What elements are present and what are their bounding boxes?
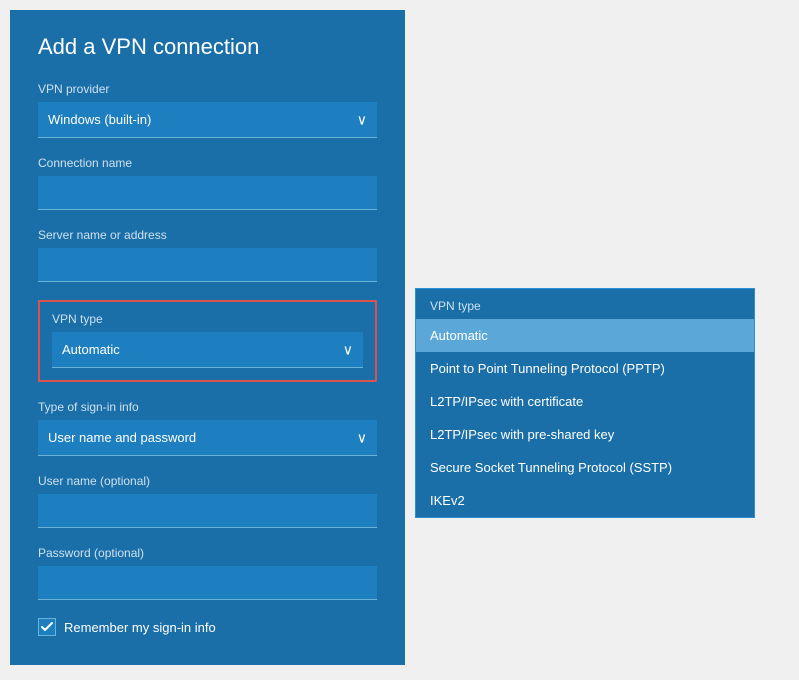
vpn-provider-select-wrapper: Windows (built-in): [38, 102, 377, 138]
connection-name-input[interactable]: [38, 176, 377, 210]
username-input[interactable]: [38, 494, 377, 528]
password-label: Password (optional): [38, 546, 377, 560]
vpn-type-select[interactable]: Automatic: [52, 332, 363, 368]
username-label: User name (optional): [38, 474, 377, 488]
dropdown-item-l2tp-psk[interactable]: L2TP/IPsec with pre-shared key: [416, 418, 754, 451]
remember-label: Remember my sign-in info: [64, 620, 216, 635]
sign-in-info-group: Type of sign-in info User name and passw…: [38, 400, 377, 456]
vpn-type-label: VPN type: [52, 312, 363, 326]
checkmark-icon: [41, 621, 53, 633]
sign-in-info-label: Type of sign-in info: [38, 400, 377, 414]
remember-checkbox[interactable]: [38, 618, 56, 636]
dropdown-item-automatic[interactable]: Automatic: [416, 319, 754, 352]
connection-name-label: Connection name: [38, 156, 377, 170]
dropdown-item-sstp[interactable]: Secure Socket Tunneling Protocol (SSTP): [416, 451, 754, 484]
panel-title: Add a VPN connection: [38, 34, 377, 60]
sign-in-select[interactable]: User name and password: [38, 420, 377, 456]
username-group: User name (optional): [38, 474, 377, 528]
vpn-type-dropdown: VPN type Automatic Point to Point Tunnel…: [415, 288, 755, 518]
server-name-group: Server name or address: [38, 228, 377, 282]
connection-name-group: Connection name: [38, 156, 377, 210]
vpn-provider-label: VPN provider: [38, 82, 377, 96]
vpn-type-group: VPN type Automatic: [38, 300, 377, 382]
server-name-input[interactable]: [38, 248, 377, 282]
dropdown-item-l2tp-cert[interactable]: L2TP/IPsec with certificate: [416, 385, 754, 418]
vpn-provider-select[interactable]: Windows (built-in): [38, 102, 377, 138]
dropdown-item-pptp[interactable]: Point to Point Tunneling Protocol (PPTP): [416, 352, 754, 385]
vpn-type-select-wrapper: Automatic: [52, 332, 363, 368]
sign-in-select-wrapper: User name and password: [38, 420, 377, 456]
password-group: Password (optional): [38, 546, 377, 600]
password-input[interactable]: [38, 566, 377, 600]
vpn-provider-group: VPN provider Windows (built-in): [38, 82, 377, 138]
vpn-panel: Add a VPN connection VPN provider Window…: [10, 10, 405, 665]
dropdown-item-ikev2[interactable]: IKEv2: [416, 484, 754, 517]
remember-signin-row: Remember my sign-in info: [38, 618, 377, 636]
server-name-label: Server name or address: [38, 228, 377, 242]
dropdown-header: VPN type: [416, 289, 754, 319]
